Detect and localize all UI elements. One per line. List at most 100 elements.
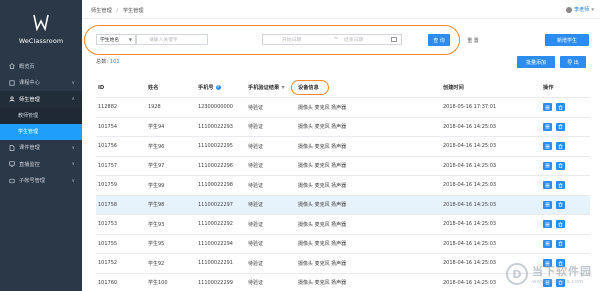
sidebar: WeClassroom 概览页 课程中心 ∨ 师生管理 ∧ 教师管理 学生管理 … [0,0,82,291]
col-header-actions: 操作 [543,85,554,91]
cell-created: 2018-04-16 14:25:03 [443,123,497,130]
sidebar-item-people[interactable]: 师生管理 ∧ [0,91,82,108]
app-name: WeClassroom [18,37,64,45]
delete-button[interactable] [556,103,565,112]
search-input[interactable]: 请输入关键字 [136,34,208,45]
cell-name: 学生95 [148,241,165,248]
account-icon [9,178,15,183]
sidebar-item-courses[interactable]: 课程中心 ∨ [0,75,82,92]
edit-button[interactable] [543,122,552,131]
sidebar-item-courseware[interactable]: 课件管理 ∨ [0,140,82,157]
trash-icon [558,202,563,208]
chevron-down-icon: ∨ [71,144,75,151]
export-button[interactable]: 导 出 [560,56,586,68]
trash-icon [558,163,563,169]
cell-device: 摄像头 麦克风 扬声器 [298,280,347,287]
cell-device: 摄像头 麦克风 扬声器 [298,202,347,209]
avatar [565,6,572,13]
breadcrumb: 师生管理 / 学生管理 [91,7,144,14]
col-header-device: 设备信息 [298,85,319,91]
list-icon [545,124,550,129]
home-icon [9,63,15,69]
date-end-placeholder: 结束日期 [344,38,364,43]
reset-button[interactable]: 重 置 [462,34,484,46]
delete-button[interactable] [556,161,565,170]
cell-device: 摄像头 麦克风 扬声器 [298,260,347,267]
edit-button[interactable] [543,103,552,112]
breadcrumb-current: 学生管理 [122,8,144,14]
list-icon [545,202,550,207]
edit-button[interactable] [543,161,552,170]
delete-button[interactable] [556,239,565,248]
watermark: D 当下软件园 www.downxia.com [506,263,592,285]
delete-button[interactable] [556,220,565,229]
search-field-select[interactable]: 学生姓名 ▼ [96,34,136,45]
sidebar-item-overview[interactable]: 概览页 [0,58,82,75]
table-row[interactable]: 101758 学生98 11100022297 待验证 摄像头 麦克风 扬声器 2018-… [96,195,590,215]
breadcrumb-separator: / [116,8,119,14]
sidebar-subitem-students[interactable]: 学生管理 [0,123,82,140]
app-logo[interactable]: WeClassroom [0,0,82,58]
sidebar-item-subaccounts[interactable]: 子帐号管理 ∨ [0,173,82,190]
sidebar-item-label: 师生管理 [19,96,40,103]
edit-button[interactable] [543,239,552,248]
table-row[interactable]: 101753 学生93 11100022292 待验证 摄像头 麦克风 扬声器 2018-… [96,215,590,235]
date-range-picker[interactable]: 开始日期 ~ 结束日期 [262,34,402,45]
help-icon[interactable]: ? [215,85,221,90]
cell-device: 摄像头 麦克风 扬声器 [298,241,347,248]
user-menu[interactable]: 李老师 ▾ [565,6,594,13]
table-row[interactable]: 101759 学生99 11100022298 待验证 摄像头 麦克风 扬声器 2018-… [96,176,590,196]
cell-verify: 待验证 [248,241,264,248]
row-actions [541,161,590,170]
edit-button[interactable] [543,200,552,209]
batch-add-button[interactable]: 批量添加 [517,56,555,68]
edit-button[interactable] [543,142,552,151]
table-row[interactable]: 101755 学生95 11100022294 待验证 摄像头 麦克风 扬声器 2018-… [96,235,590,254]
row-actions [541,103,590,112]
delete-button[interactable] [556,181,565,190]
delete-button[interactable] [556,142,565,151]
cell-phone: 11100022292 [198,221,233,228]
row-actions [541,181,590,190]
cell-device: 摄像头 麦克风 扬声器 [298,143,347,150]
table-row[interactable]: 101754 学生94 11100022293 待验证 摄像头 麦克风 扬声器 2018-… [96,118,590,137]
col-header-phone-label: 手机号 [198,85,214,91]
edit-button[interactable] [543,181,552,190]
cell-id: 101755 [98,240,118,247]
cell-verify: 待验证 [248,260,264,267]
breadcrumb-parent[interactable]: 师生管理 [91,8,112,14]
cell-verify: 待验证 [248,221,264,228]
col-header-phone: 手机号? [196,84,246,91]
users-icon [9,96,15,102]
date-separator: ~ [334,37,339,42]
cell-device: 摄像头 麦克风 扬声器 [298,124,347,131]
cell-id: 101752 [98,260,118,267]
cell-id: 101753 [98,221,118,228]
cell-device: 摄像头 麦克风 扬声器 [298,104,347,111]
edit-button[interactable] [543,220,552,229]
cell-phone: 11100022299 [198,279,233,286]
col-header-name: 姓名 [148,85,159,91]
sidebar-subitem-teachers[interactable]: 教师管理 [0,107,82,124]
filter-icon[interactable] [281,86,286,89]
sidebar-item-live-monitor[interactable]: 直播监控 ∨ [0,156,82,173]
table-row[interactable]: 101756 学生96 11100022295 待验证 摄像头 麦克风 扬声器 2018-… [96,137,590,157]
chevron-down-icon: ∨ [71,79,75,86]
query-button[interactable]: 查 询 [428,34,450,46]
table-row[interactable]: 112882 1928 12300000000 待验证 摄像头 麦克风 扬声器 2018-… [96,98,590,118]
user-name: 李老师 [573,7,590,13]
cell-phone: 11100022294 [198,240,233,247]
cell-verify: 待验证 [248,280,264,287]
table-row[interactable]: 101757 学生97 11100022296 待验证 摄像头 麦克风 扬声器 2018-… [96,157,590,176]
chevron-up-icon: ∧ [71,96,75,103]
chevron-down-icon: ▾ [591,6,594,13]
delete-button[interactable] [556,200,565,209]
students-table: ID 姓名 手机号? 手机验证结果 设备信息 创建时间 操作 112882 192… [96,78,590,291]
monitor-icon [9,161,15,167]
cell-name: 学生92 [148,260,165,267]
add-student-button[interactable]: 新增学生 [545,34,589,46]
chevron-down-icon: ∨ [71,177,75,184]
weclassroom-logo-icon [33,14,49,31]
cell-verify: 待验证 [248,163,264,170]
delete-button[interactable] [556,122,565,131]
